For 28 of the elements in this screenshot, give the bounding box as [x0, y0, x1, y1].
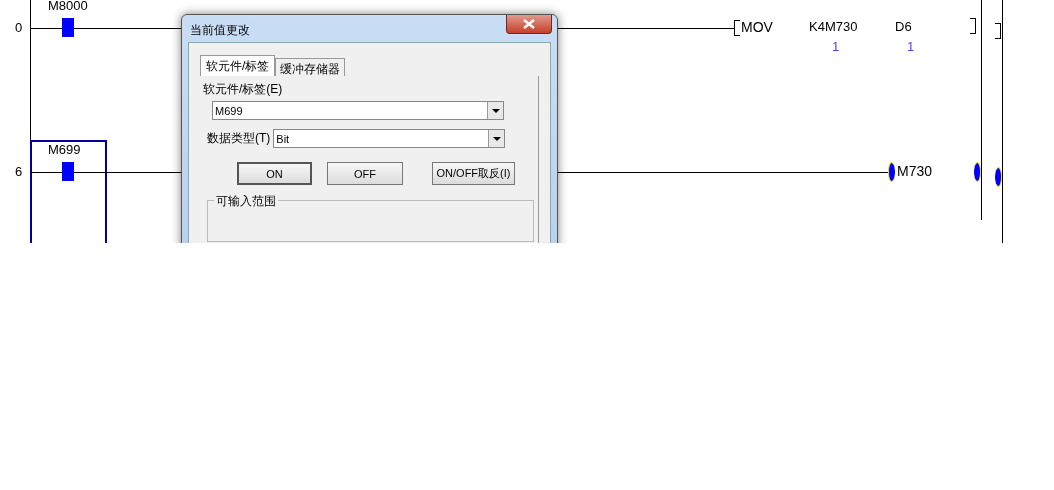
dialog-button[interactable]: OFF: [327, 162, 403, 185]
operand-value: 1: [832, 39, 840, 54]
tab[interactable]: 缓冲存储器: [275, 58, 346, 76]
coil-right-icon: [974, 162, 981, 182]
step-number: 0: [15, 20, 23, 35]
bracket-icon: [995, 23, 1001, 39]
coil-right-icon: [995, 167, 1002, 187]
operand[interactable]: D6: [895, 19, 912, 34]
close-icon: [523, 19, 535, 29]
window-title: 当前值更改: [190, 22, 250, 39]
dialog-button[interactable]: ON: [237, 162, 312, 185]
coil-label[interactable]: M730: [897, 163, 933, 179]
close-button[interactable]: [506, 15, 552, 34]
field-label: 数据类型(T): [207, 130, 271, 147]
operand[interactable]: K4M730: [809, 19, 858, 34]
bracket-icon: [734, 20, 740, 36]
operand-value: 1: [907, 39, 915, 54]
type-combo[interactable]: Bit: [273, 129, 506, 148]
contact-label: M699: [48, 142, 81, 157]
group-title: 可输入范围: [214, 193, 278, 210]
step-number: 6: [15, 164, 23, 179]
field-label: 软元件/标签(E): [203, 81, 284, 98]
tab[interactable]: 软元件/标签: [200, 55, 276, 76]
instruction-name[interactable]: MOV: [741, 19, 773, 35]
bracket-icon: [970, 18, 976, 34]
dialog-button[interactable]: ON/OFF取反(I): [432, 162, 515, 185]
contact-label: M8000: [48, 0, 88, 13]
device-combo[interactable]: M699: [212, 101, 504, 120]
